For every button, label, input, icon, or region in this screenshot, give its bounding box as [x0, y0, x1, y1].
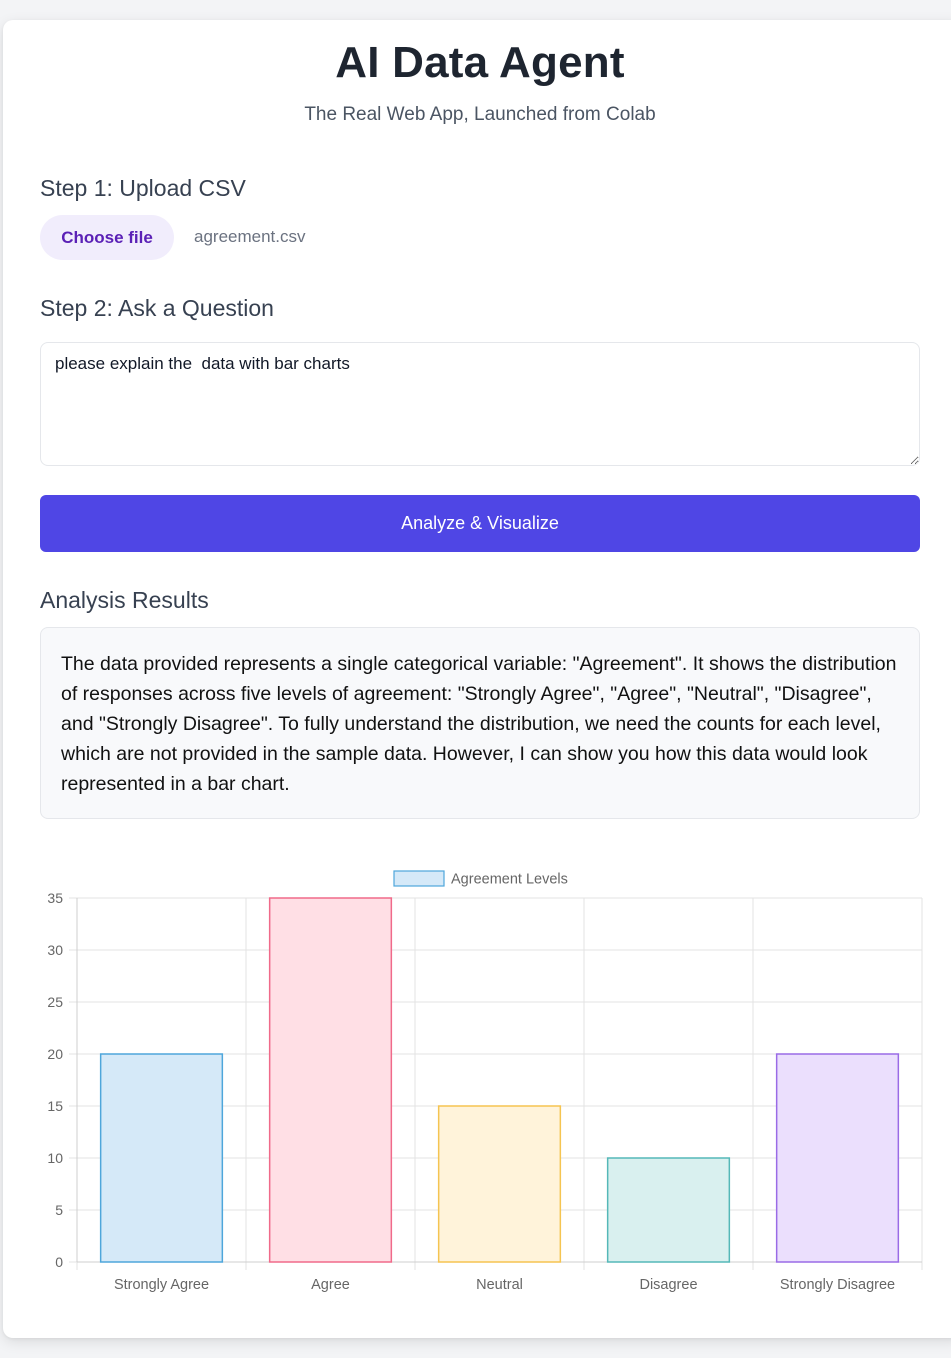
bar-strongly-agree: [99, 1053, 224, 1263]
y-tick-label: 0: [55, 1254, 63, 1270]
y-tick-label: 10: [47, 1150, 63, 1166]
selected-file-name: agreement.csv: [194, 227, 306, 246]
bar-disagree: [606, 1157, 731, 1263]
question-input[interactable]: [40, 342, 920, 466]
choose-file-button[interactable]: Choose file: [40, 215, 174, 260]
y-tick-label: 20: [47, 1046, 63, 1062]
legend-label: Agreement Levels: [451, 872, 568, 888]
x-tick-label: Disagree: [639, 1277, 697, 1293]
legend-swatch: [393, 870, 445, 887]
agreement-bar-chart: 0 5 10 15 20 25 30 35 Strongly Agree Agree Neutral…: [47, 870, 923, 1293]
step2-label: Step 2: Ask a Question: [40, 295, 274, 321]
page-subtitle: The Real Web App, Launched from Colab: [304, 104, 656, 125]
y-tick-label: 5: [55, 1202, 63, 1218]
page-title-wrap: AI Data Agent: [40, 38, 920, 88]
x-tick-label: Neutral: [476, 1277, 523, 1293]
bar-agree: [268, 897, 393, 1263]
bar-neutral: [437, 1105, 562, 1263]
page-subtitle-wrap: The Real Web App, Launched from Colab: [40, 104, 920, 126]
step1-label: Step 1: Upload CSV: [40, 175, 246, 201]
y-tick-label: 35: [47, 890, 63, 906]
y-tick-label: 25: [47, 994, 63, 1010]
page-title: AI Data Agent: [335, 38, 625, 87]
y-tick-label: 15: [47, 1098, 63, 1114]
x-tick-label: Agree: [311, 1277, 350, 1293]
results-heading: Analysis Results: [40, 587, 209, 613]
analyze-visualize-button[interactable]: Analyze & Visualize: [40, 495, 920, 552]
x-tick-label: Strongly Agree: [114, 1277, 209, 1293]
bar-strongly-disagree: [775, 1053, 900, 1263]
x-tick-label: Strongly Disagree: [780, 1277, 895, 1293]
analysis-results-text: The data provided represents a single ca…: [40, 627, 920, 819]
y-tick-label: 30: [47, 942, 63, 958]
